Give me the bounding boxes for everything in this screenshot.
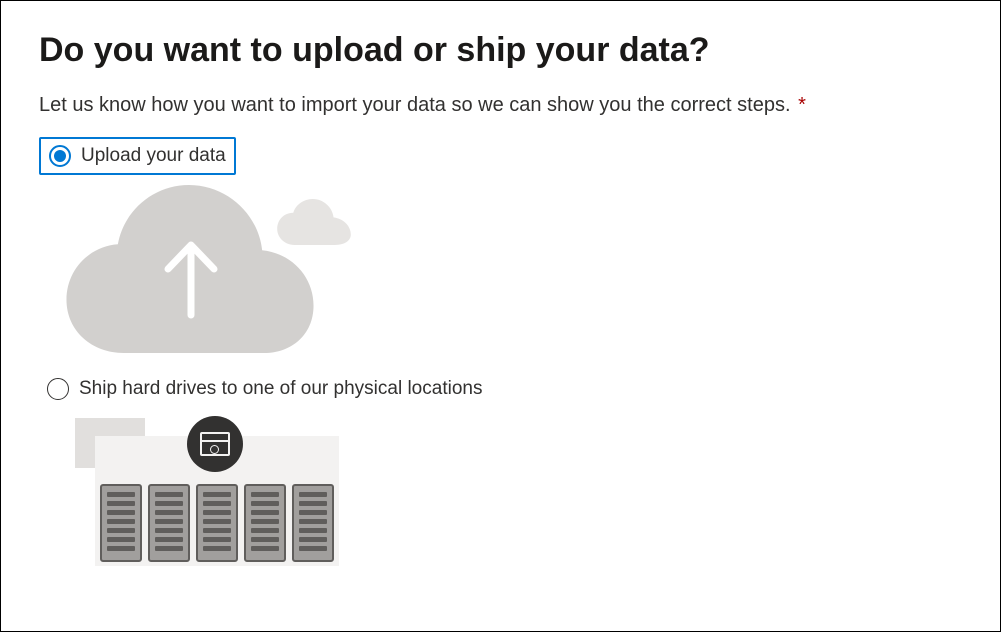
- required-asterisk: *: [798, 94, 806, 116]
- option-ship-label: Ship hard drives to one of our physical …: [79, 378, 482, 400]
- option-ship: Ship hard drives to one of our physical …: [39, 372, 962, 582]
- gear-icon: [210, 445, 219, 454]
- radio-upload[interactable]: [49, 145, 71, 167]
- server-rack-icon: [100, 484, 142, 562]
- option-ship-row[interactable]: Ship hard drives to one of our physical …: [39, 372, 962, 406]
- option-upload: Upload your data: [39, 137, 962, 354]
- option-upload-label: Upload your data: [81, 145, 226, 167]
- radio-upload-dot: [54, 150, 66, 162]
- server-row: [100, 484, 334, 562]
- app-badge-icon: [187, 416, 243, 472]
- page-subtitle: Let us know how you want to import your …: [39, 94, 962, 117]
- server-rack-icon: [148, 484, 190, 562]
- upload-illustration: [65, 179, 355, 354]
- arrow-up-icon: [160, 237, 222, 321]
- option-upload-row[interactable]: Upload your data: [39, 137, 236, 175]
- ship-illustration: [65, 412, 340, 582]
- subtitle-text: Let us know how you want to import your …: [39, 94, 791, 116]
- page-title: Do you want to upload or ship your data?: [39, 31, 962, 70]
- server-rack-icon: [292, 484, 334, 562]
- app-window-icon: [200, 432, 230, 456]
- server-rack-icon: [244, 484, 286, 562]
- radio-ship[interactable]: [47, 378, 69, 400]
- server-rack-icon: [196, 484, 238, 562]
